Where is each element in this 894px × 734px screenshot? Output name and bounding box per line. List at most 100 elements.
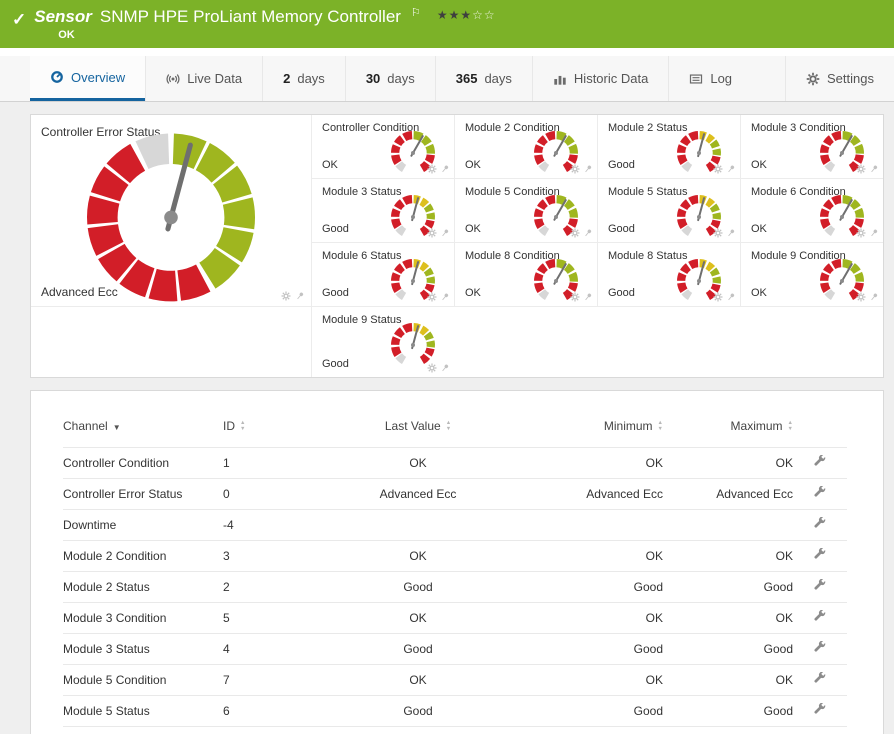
channel-id: 9 bbox=[223, 726, 333, 734]
channel-settings-wrench-icon[interactable] bbox=[814, 610, 827, 623]
channel-settings-wrench-icon[interactable] bbox=[814, 641, 827, 654]
last-value: OK bbox=[333, 726, 503, 734]
star-filled-icon[interactable]: ★ bbox=[449, 8, 461, 22]
gear-icon[interactable] bbox=[427, 164, 437, 174]
pin-icon[interactable] bbox=[583, 164, 593, 174]
pin-icon[interactable] bbox=[869, 292, 879, 302]
column-header-last-value[interactable]: Last Value ▲ ▼ bbox=[333, 409, 503, 448]
pin-icon[interactable] bbox=[440, 164, 450, 174]
tab-log[interactable]: Log bbox=[668, 56, 752, 101]
gear-icon[interactable] bbox=[713, 292, 723, 302]
tab-overview[interactable]: Overview bbox=[30, 56, 146, 101]
tab-365-days[interactable]: 365 days bbox=[434, 56, 532, 101]
column-header-minimum[interactable]: Minimum ▲ ▼ bbox=[503, 409, 663, 448]
gear-icon[interactable] bbox=[427, 363, 437, 373]
primary-gauge-value: Advanced Ecc bbox=[41, 285, 118, 299]
gear-icon[interactable] bbox=[856, 164, 866, 174]
gear-icon[interactable] bbox=[713, 228, 723, 238]
star-filled-icon[interactable]: ★ bbox=[437, 8, 449, 22]
pin-icon[interactable] bbox=[726, 292, 736, 302]
gear-icon[interactable] bbox=[856, 228, 866, 238]
star-empty-icon[interactable]: ☆ bbox=[472, 8, 484, 22]
channel-settings-wrench-icon[interactable] bbox=[814, 517, 827, 530]
status-check-icon: ✓ bbox=[12, 10, 27, 29]
column-header-id[interactable]: ID ▲ ▼ bbox=[223, 409, 333, 448]
last-value: OK bbox=[333, 664, 503, 696]
gauge-cell-module-8-status[interactable]: Module 8 Status Good bbox=[597, 243, 740, 307]
gear-icon[interactable] bbox=[427, 228, 437, 238]
priority-stars[interactable]: ★★★☆☆ bbox=[437, 8, 496, 22]
star-filled-icon[interactable]: ★ bbox=[460, 8, 472, 22]
gear-icon[interactable] bbox=[570, 292, 580, 302]
gauge-cell-module-9-status[interactable]: Module 9 Status Good bbox=[311, 307, 454, 377]
gauge-cell-module-9-condition[interactable]: Module 9 Condition OK bbox=[740, 243, 883, 307]
header-gap bbox=[0, 48, 894, 56]
gauge-cell-module-2-status[interactable]: Module 2 Status Good bbox=[597, 115, 740, 179]
gear-icon[interactable] bbox=[713, 164, 723, 174]
channel-id: 4 bbox=[223, 633, 333, 665]
primary-gauge bbox=[87, 133, 255, 302]
table-row-module-6-condition: Module 6 Condition9OKOKOK bbox=[63, 726, 847, 734]
channel-settings-wrench-icon[interactable] bbox=[814, 548, 827, 561]
gauge-cell-module-5-condition[interactable]: Module 5 Condition OK bbox=[454, 179, 597, 243]
last-value: Good bbox=[333, 633, 503, 665]
minimum-value: OK bbox=[503, 726, 663, 734]
column-header-channel[interactable]: Channel ▼ bbox=[63, 409, 223, 448]
channel-settings-wrench-icon[interactable] bbox=[814, 486, 827, 499]
last-value: OK bbox=[333, 540, 503, 572]
tab-label: days bbox=[484, 71, 512, 86]
tab-2-days[interactable]: 2 days bbox=[262, 56, 345, 101]
pin-icon[interactable] bbox=[440, 363, 450, 373]
gauge-cell-controller-condition[interactable]: Controller Condition OK bbox=[311, 115, 454, 179]
gauge-cell-module-2-condition[interactable]: Module 2 Condition OK bbox=[454, 115, 597, 179]
maximum-value: Good bbox=[663, 571, 793, 603]
gauge-value: Good bbox=[322, 287, 349, 299]
table-row-module-5-status: Module 5 Status 6 Good Good Good bbox=[63, 695, 847, 727]
channel-settings-wrench-icon[interactable] bbox=[814, 672, 827, 685]
table-row-module-2-status: Module 2 Status 2 Good Good Good bbox=[63, 571, 847, 603]
gear-icon[interactable] bbox=[570, 228, 580, 238]
gauge-cell-module-3-status[interactable]: Module 3 Status Good bbox=[311, 179, 454, 243]
pin-icon[interactable] bbox=[440, 228, 450, 238]
channel-name: Module 5 Condition bbox=[63, 664, 223, 696]
gauge-cell-module-8-condition[interactable]: Module 8 Condition OK bbox=[454, 243, 597, 307]
channel-settings-wrench-icon[interactable] bbox=[814, 579, 827, 592]
pin-icon[interactable] bbox=[440, 292, 450, 302]
gear-icon[interactable] bbox=[427, 292, 437, 302]
pin-icon[interactable] bbox=[869, 228, 879, 238]
primary-gauge-cell[interactable]: Controller Error Status Advanced Ecc bbox=[31, 115, 311, 307]
pin-icon[interactable] bbox=[583, 228, 593, 238]
gear-icon[interactable] bbox=[281, 291, 291, 301]
gauge-value: Good bbox=[322, 358, 349, 370]
pin-icon[interactable] bbox=[726, 164, 736, 174]
channel-settings-wrench-icon[interactable] bbox=[814, 703, 827, 716]
tab-settings[interactable]: Settings bbox=[785, 56, 894, 101]
table-row-module-2-condition: Module 2 Condition 3 OK OK OK bbox=[63, 540, 847, 572]
gear-icon[interactable] bbox=[570, 164, 580, 174]
main-content: Controller Error Status Advanced Ecc Con… bbox=[0, 102, 894, 734]
star-empty-icon[interactable]: ☆ bbox=[484, 8, 496, 22]
channel-name: Module 3 Condition bbox=[63, 602, 223, 634]
pin-icon[interactable] bbox=[583, 292, 593, 302]
gauge-cell-module-6-status[interactable]: Module 6 Status Good bbox=[311, 243, 454, 307]
pin-icon[interactable] bbox=[295, 291, 305, 301]
channel-settings-wrench-icon[interactable] bbox=[814, 455, 827, 468]
tab-label: days bbox=[297, 71, 325, 86]
pin-icon[interactable] bbox=[726, 228, 736, 238]
gauge-cell-module-3-condition[interactable]: Module 3 Condition OK bbox=[740, 115, 883, 179]
channel-id: 5 bbox=[223, 602, 333, 634]
tab-30-days[interactable]: 30 days bbox=[344, 56, 435, 101]
gear-icon[interactable] bbox=[856, 292, 866, 302]
tab-live-data[interactable]: Live Data bbox=[145, 56, 262, 101]
maximum-value: OK bbox=[663, 447, 793, 479]
channel-name: Controller Condition bbox=[63, 447, 223, 479]
column-header-maximum[interactable]: Maximum ▲ ▼ bbox=[663, 409, 793, 448]
sensor-header: ✓ Sensor SNMP HPE ProLiant Memory Contro… bbox=[0, 0, 894, 48]
last-value: Advanced Ecc bbox=[333, 478, 503, 510]
tab-historic-data[interactable]: Historic Data bbox=[531, 56, 668, 101]
gauge-cell-module-5-status[interactable]: Module 5 Status Good bbox=[597, 179, 740, 243]
gauge-value: Good bbox=[322, 223, 349, 235]
gauge-cell-module-6-condition[interactable]: Module 6 Condition OK bbox=[740, 179, 883, 243]
tab-label: Settings bbox=[827, 71, 874, 86]
pin-icon[interactable] bbox=[869, 164, 879, 174]
